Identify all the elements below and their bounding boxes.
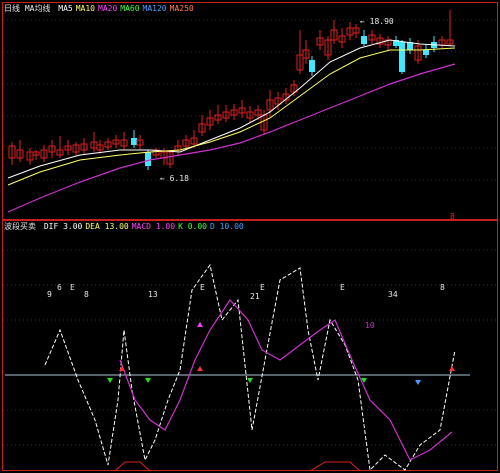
candle-body <box>423 50 429 55</box>
oscillator-label-2: E <box>70 283 75 292</box>
signal-green-arrow <box>247 378 253 383</box>
oscillator-red-mark <box>114 461 151 472</box>
oscillator-label-9: 34 <box>388 290 398 299</box>
candle-body <box>131 138 137 145</box>
oscillator-label-4: 13 <box>148 290 158 299</box>
low-price-marker: ← 6.18 <box>160 174 189 183</box>
candle-body <box>145 152 151 166</box>
signal-red-arrow <box>449 366 455 371</box>
oscillator-red-mark <box>309 461 361 472</box>
right-axis-marker: 8 <box>450 212 455 221</box>
signal-magenta-arrow <box>197 322 203 327</box>
signal-blue-arrow <box>415 380 421 385</box>
signal-green-arrow <box>145 378 151 383</box>
oscillator-label-10: 8 <box>440 283 445 292</box>
oscillator-label-5: E <box>200 283 205 292</box>
candle-body <box>361 36 367 44</box>
oscillator-label-6: 21 <box>250 292 260 301</box>
oscillator-line-magenta <box>119 299 453 461</box>
signal-red-arrow <box>119 366 125 371</box>
chart-canvas[interactable] <box>0 0 500 473</box>
oscillator-label-11: 10 <box>365 321 375 330</box>
candle-body <box>399 42 405 72</box>
ma-line-magenta <box>7 63 456 213</box>
oscillator-label-1: 6 <box>57 283 62 292</box>
high-price-marker: ← 18.90 <box>360 17 394 26</box>
oscillator-label-3: 8 <box>84 290 89 299</box>
signal-green-arrow <box>107 378 113 383</box>
oscillator-label-8: E <box>340 283 345 292</box>
candle-body <box>309 60 315 72</box>
stock-chart-window: 日线 MA均线 MA5 MA10 MA20 MA60 MA120 MA250 波段买卖 D… <box>0 0 500 473</box>
signal-red-arrow <box>197 366 203 371</box>
ma-line-white <box>7 39 456 179</box>
oscillator-label-0: 9 <box>47 290 52 299</box>
oscillator-label-7: E <box>260 283 265 292</box>
